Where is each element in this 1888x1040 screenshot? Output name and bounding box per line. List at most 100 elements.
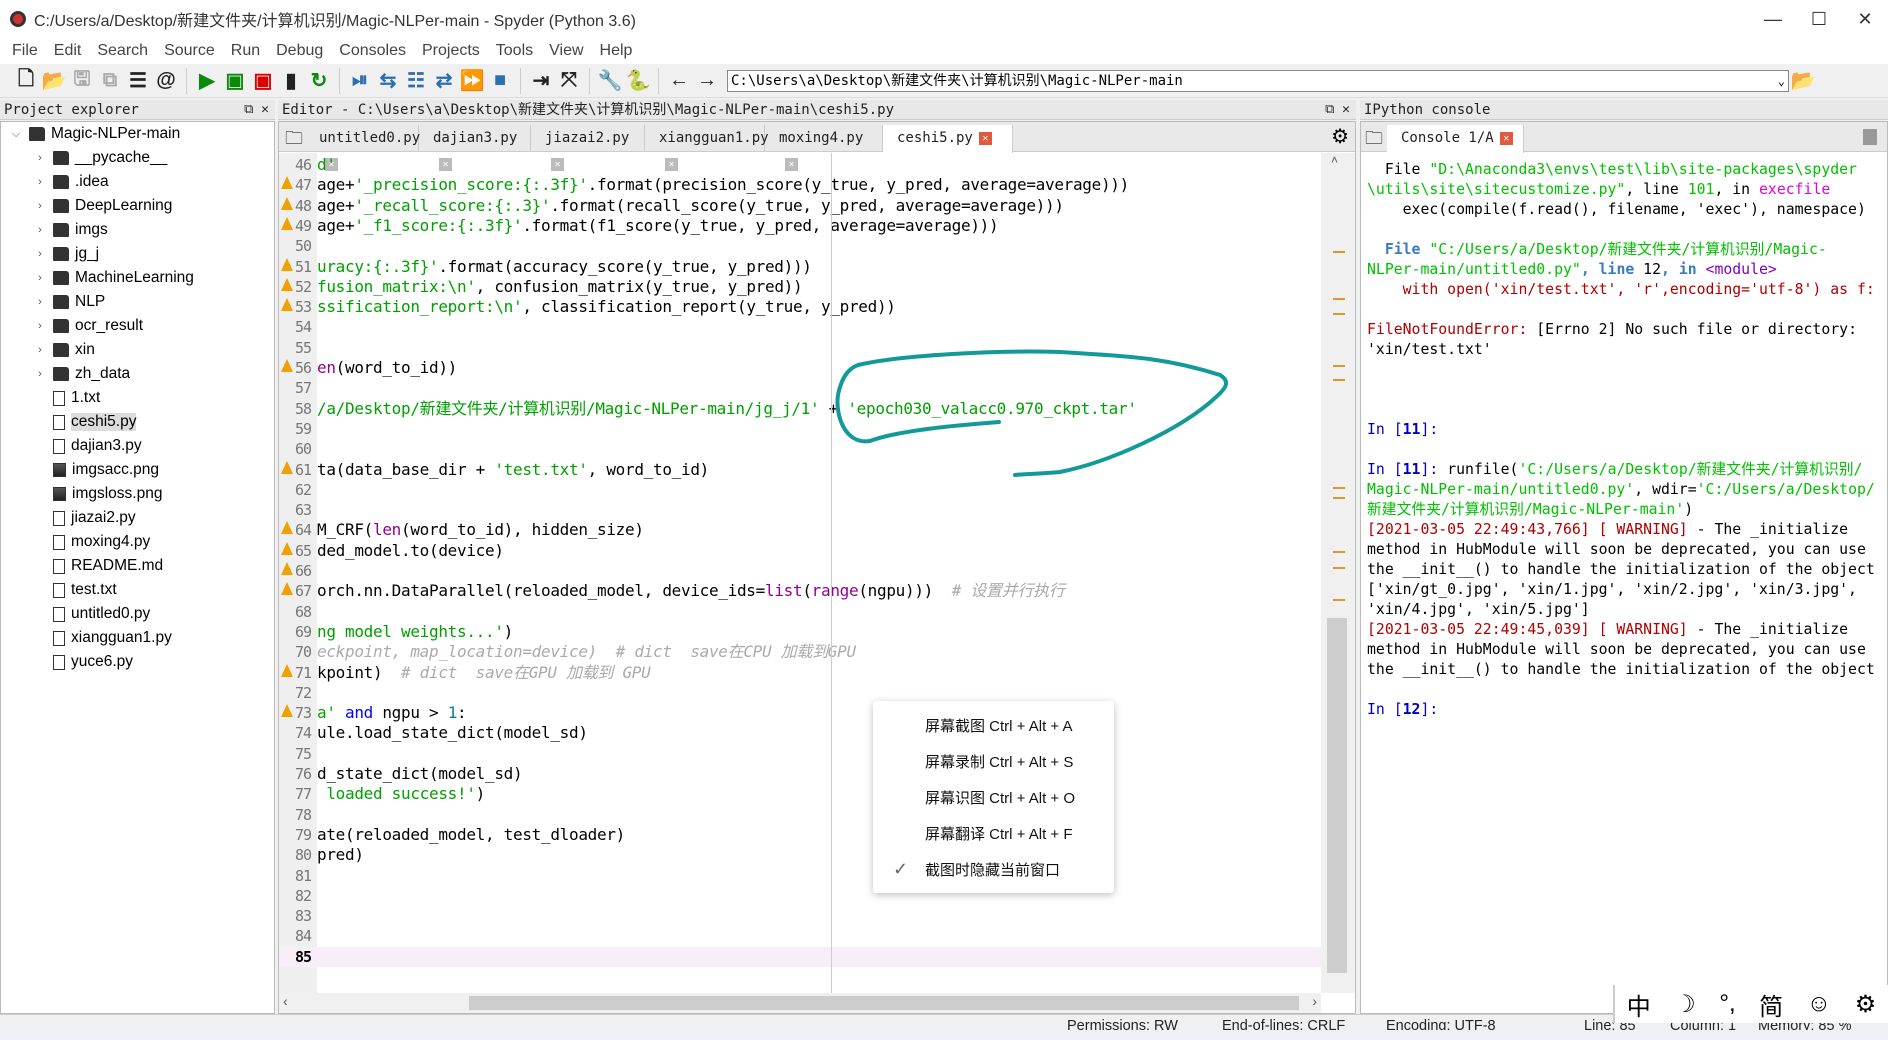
scroll-left-icon[interactable]: ‹: [283, 993, 288, 1009]
list-icon[interactable]: ☰: [125, 68, 151, 94]
menu-projects[interactable]: Projects: [414, 42, 488, 60]
close-tab-icon[interactable]: ✕: [978, 131, 992, 145]
undock-close-icons[interactable]: ⧉ ✕: [244, 100, 269, 120]
rerun-icon[interactable]: ↻: [306, 68, 332, 94]
save-icon[interactable]: 🖫: [69, 68, 95, 94]
code-area[interactable]: 46 d' 47 age+'_precision_score:{:.3f}'.form…: [279, 153, 1321, 993]
tree-item[interactable]: ⌵ Magic-NLPer-main: [1, 122, 274, 146]
tree-item[interactable]: 1.txt: [1, 386, 274, 410]
browse-tabs-icon[interactable]: 🗀: [285, 126, 303, 156]
tree-item[interactable]: › MachineLearning: [1, 266, 274, 290]
run-selection-icon[interactable]: ▮: [278, 68, 304, 94]
menu-help[interactable]: Help: [592, 42, 641, 60]
maximize-button[interactable]: ☐: [1796, 4, 1842, 34]
tab-ceshi5-py[interactable]: ceshi5.py ✕: [883, 125, 1013, 153]
chevron-right-icon[interactable]: ›: [31, 224, 49, 236]
context-menu-item[interactable]: 屏幕识图 Ctrl + Alt + O: [873, 790, 1114, 826]
warning-icon[interactable]: [281, 216, 293, 230]
warning-icon[interactable]: [281, 460, 293, 474]
run-icon[interactable]: ▶: [194, 68, 220, 94]
context-menu-item[interactable]: 屏幕翻译 Ctrl + Alt + F: [873, 826, 1114, 862]
chevron-right-icon[interactable]: ›: [31, 200, 49, 212]
working-directory-input[interactable]: C:\Users\a\Desktop\新建文件夹\计算机识别\Magic-NLP…: [727, 69, 1789, 92]
menu-edit[interactable]: Edit: [46, 42, 90, 60]
warning-icon[interactable]: [281, 704, 293, 718]
menu-run[interactable]: Run: [223, 42, 268, 60]
ime-button-icon[interactable]: ☺: [1807, 990, 1832, 1018]
warning-icon[interactable]: [281, 277, 293, 291]
menu-tools[interactable]: Tools: [488, 42, 541, 60]
tree-item[interactable]: untitled0.py: [1, 602, 274, 626]
ime-button-icon[interactable]: ☽: [1674, 990, 1696, 1019]
warning-icon[interactable]: [281, 196, 293, 210]
tree-item[interactable]: imgsacc.png: [1, 458, 274, 482]
tree-item[interactable]: › zh_data: [1, 362, 274, 386]
tree-item[interactable]: › DeepLearning: [1, 194, 274, 218]
tab-untitled0-py[interactable]: untitled0.py✕: [305, 125, 420, 171]
gear-icon[interactable]: ⚙: [1331, 124, 1349, 149]
options-menu-icon[interactable]: [1863, 129, 1877, 145]
scroll-up-icon[interactable]: ˄: [1331, 153, 1338, 167]
tree-item[interactable]: imgsloss.png: [1, 482, 274, 506]
at-icon[interactable]: @: [153, 68, 179, 94]
run-cell-icon[interactable]: ▣: [222, 68, 248, 94]
step-into-icon[interactable]: ☷: [403, 68, 429, 94]
warning-icon[interactable]: [281, 541, 293, 555]
tree-item[interactable]: yuce6.py: [1, 650, 274, 674]
tree-item[interactable]: xiangguan1.py: [1, 626, 274, 650]
maximize-pane-icon[interactable]: ⇥: [528, 68, 554, 94]
tab-jiazai2-py[interactable]: jiazai2.py✕: [531, 125, 645, 171]
ime-button-icon[interactable]: 中: [1627, 987, 1651, 1022]
vertical-scrollbar[interactable]: ˄: [1321, 153, 1355, 993]
chevron-right-icon[interactable]: ›: [31, 368, 49, 380]
context-menu-item[interactable]: ✓ 截图时隐藏当前窗口: [873, 860, 1114, 898]
stop-icon[interactable]: ■: [487, 68, 513, 94]
step-return-icon[interactable]: ⇄: [431, 68, 457, 94]
tree-item[interactable]: › .idea: [1, 170, 274, 194]
tree-item[interactable]: moxing4.py: [1, 530, 274, 554]
tree-item[interactable]: test.txt: [1, 578, 274, 602]
save-all-icon[interactable]: ⧉: [97, 68, 123, 94]
scrollbar-thumb[interactable]: [469, 996, 1299, 1010]
python-path-icon[interactable]: 🐍: [625, 68, 651, 94]
tree-item[interactable]: › xin: [1, 338, 274, 362]
tab-dajian3-py[interactable]: dajian3.py✕: [419, 125, 531, 171]
chevron-right-icon[interactable]: ›: [31, 176, 49, 188]
menu-debug[interactable]: Debug: [268, 42, 331, 60]
chevron-right-icon[interactable]: ›: [31, 248, 49, 260]
new-file-icon[interactable]: 🗋: [13, 68, 39, 94]
browse-tabs-icon[interactable]: 🗀: [1365, 126, 1383, 156]
tree-item[interactable]: README.md: [1, 554, 274, 578]
menu-consoles[interactable]: Consoles: [331, 42, 414, 60]
warning-icon[interactable]: [281, 298, 293, 312]
context-menu-item[interactable]: 屏幕录制 Ctrl + Alt + S: [873, 754, 1114, 790]
project-explorer-tree[interactable]: ⌵ Magic-NLPer-main › __pycache__ › .idea › Deep…: [0, 121, 275, 1014]
tab-console-1a[interactable]: Console 1/A ✕: [1387, 125, 1524, 153]
warning-icon[interactable]: [281, 176, 293, 190]
tree-item[interactable]: › jg_j: [1, 242, 274, 266]
open-folder-icon[interactable]: 📂: [41, 68, 67, 94]
step-icon[interactable]: ⇆: [375, 68, 401, 94]
tree-item[interactable]: › ocr_result: [1, 314, 274, 338]
tree-item[interactable]: dajian3.py: [1, 434, 274, 458]
tree-item[interactable]: › __pycache__: [1, 146, 274, 170]
preferences-wrench-icon[interactable]: 🔧: [597, 68, 623, 94]
tree-item[interactable]: jiazai2.py: [1, 506, 274, 530]
chevron-down-icon[interactable]: ⌵: [7, 128, 25, 141]
scrollbar-thumb[interactable]: [1327, 618, 1347, 973]
back-arrow-icon[interactable]: ←: [666, 68, 692, 94]
forward-arrow-icon[interactable]: →: [694, 68, 720, 94]
console-output[interactable]: File "D:\Anaconda3\envs\test\lib\site-pa…: [1367, 160, 1883, 720]
undock-close-icons[interactable]: ⧉ ✕: [1325, 100, 1350, 120]
chevron-down-icon[interactable]: ⌄: [1778, 71, 1785, 91]
tab-moxing4-py[interactable]: moxing4.py✕: [765, 125, 883, 171]
menu-file[interactable]: File: [4, 42, 46, 60]
browse-folder-icon[interactable]: 📂: [1790, 68, 1816, 94]
warning-icon[interactable]: [281, 359, 293, 372]
ime-button-icon[interactable]: ⚙: [1855, 990, 1877, 1019]
horizontal-scrollbar[interactable]: ‹ ›: [279, 993, 1321, 1013]
tree-item[interactable]: › NLP: [1, 290, 274, 314]
tab-xiangguan1-py[interactable]: xiangguan1.py✕: [645, 125, 769, 171]
warning-icon[interactable]: [281, 521, 293, 535]
context-menu-item[interactable]: 屏幕截图 Ctrl + Alt + A: [873, 718, 1114, 754]
